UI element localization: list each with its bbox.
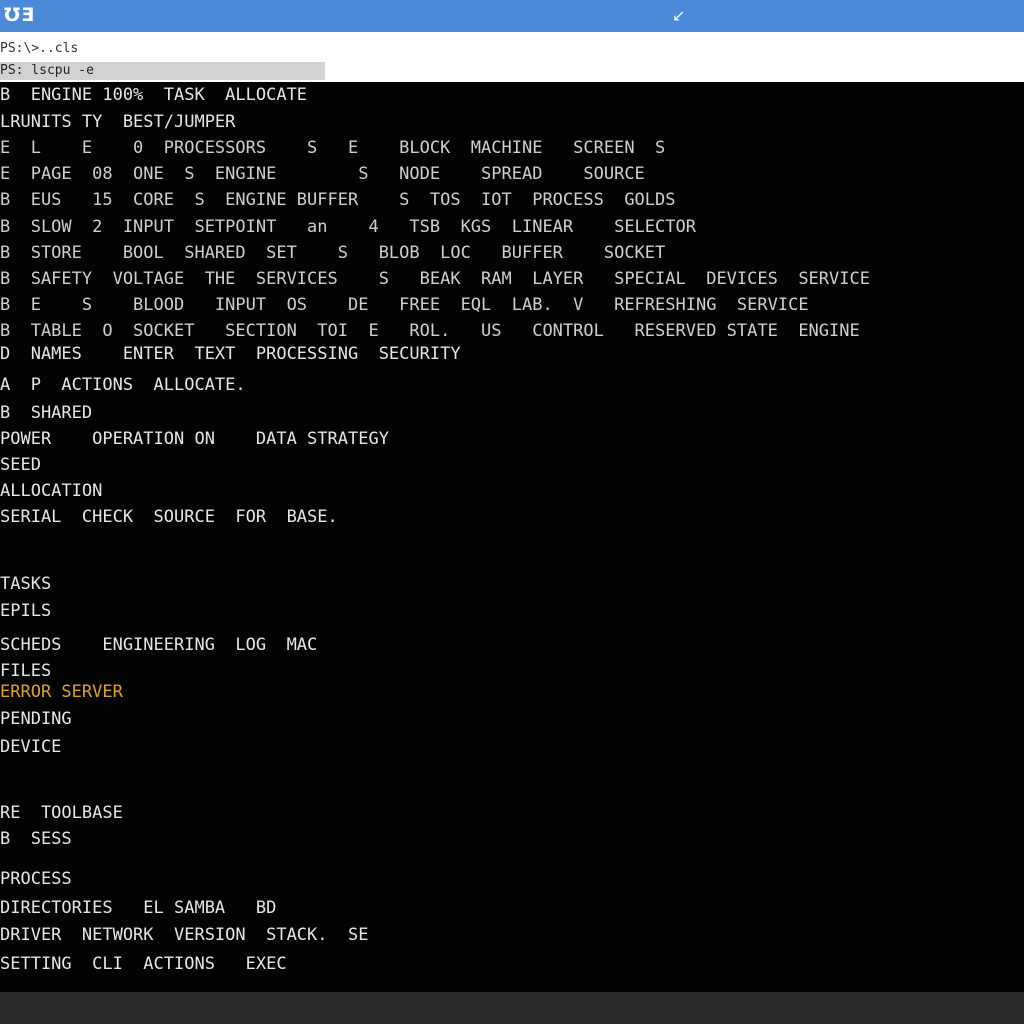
console-line: B EUS 15 CORE S ENGINE BUFFER S TOS IOT …	[0, 190, 676, 210]
console-line: POWER OPERATION ON DATA STRATEGY	[0, 429, 389, 449]
console-line: B SESS	[0, 829, 72, 849]
console-line: B SHARED	[0, 403, 93, 423]
command-toolbar: PS:\>..cls PS: lscpu -e	[0, 32, 1024, 82]
console-line: LRUNITS TY BEST/JUMPER	[0, 112, 236, 132]
console-line: DIRECTORIES EL SAMBA BD	[0, 898, 277, 918]
console-line: E PAGE 08 ONE S ENGINE S NODE SPREAD SOU…	[0, 164, 645, 184]
console-line: B E S BLOOD INPUT OS DE FREE EQL LAB. V …	[0, 295, 809, 315]
console-line: ERROR SERVER	[0, 682, 123, 702]
console-line: SEED	[0, 455, 41, 475]
app-icon: ƱƎ	[4, 4, 36, 26]
command-input-bar[interactable]: PS: lscpu -e	[0, 62, 325, 80]
window-control-icon[interactable]: ↙	[672, 6, 685, 25]
console-line: B TABLE O SOCKET SECTION TOI E ROL. US C…	[0, 321, 860, 341]
console-line: B STORE BOOL SHARED SET S BLOB LOC BUFFE…	[0, 243, 666, 263]
console-line: TASKS	[0, 574, 52, 594]
console-line: FILES	[0, 661, 52, 681]
console-line: D NAMES ENTER TEXT PROCESSING SECURITY	[0, 344, 461, 364]
console-line: EPILS	[0, 601, 52, 621]
window-titlebar: ƱƎ ↙	[0, 0, 1024, 32]
console-line: B ENGINE 100% TASK ALLOCATE	[0, 85, 308, 105]
console-line: SCHEDS ENGINEERING LOG MAC	[0, 635, 318, 655]
command-input-text: PS: lscpu -e	[0, 63, 94, 78]
previous-command: PS:\>..cls	[0, 41, 79, 56]
console-line: SERIAL CHECK SOURCE FOR BASE.	[0, 507, 338, 527]
console-line: B SAFETY VOLTAGE THE SERVICES S BEAK RAM…	[0, 269, 870, 289]
console-output[interactable]: B ENGINE 100% TASK ALLOCATE LRUNITS TY BE…	[0, 82, 1024, 992]
console-line: ALLOCATION	[0, 481, 103, 501]
status-bar	[0, 992, 1024, 1024]
console-line: SETTING CLI ACTIONS EXEC	[0, 954, 287, 974]
console-line: PENDING	[0, 709, 72, 729]
console-line: DRIVER NETWORK VERSION STACK. SE	[0, 925, 369, 945]
console-line: E L E 0 PROCESSORS S E BLOCK MACHINE SCR…	[0, 138, 666, 158]
console-line: RE TOOLBASE	[0, 803, 123, 823]
console-line: DEVICE	[0, 737, 62, 757]
console-line: B SLOW 2 INPUT SETPOINT an 4 TSB KGS LIN…	[0, 217, 696, 237]
console-line: PROCESS	[0, 869, 72, 889]
console-line: A P ACTIONS ALLOCATE.	[0, 375, 246, 395]
